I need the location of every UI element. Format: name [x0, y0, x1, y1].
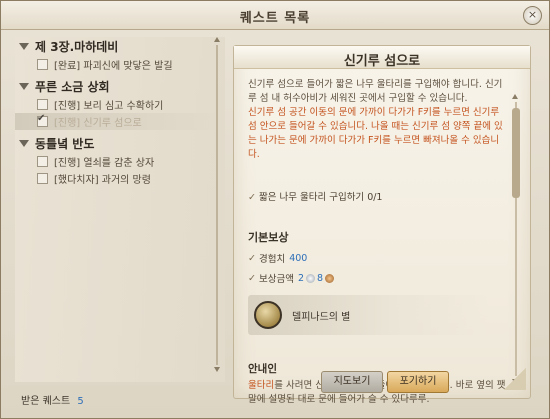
quest-group-header[interactable]: 동틀녘 반도 — [15, 134, 225, 153]
close-icon[interactable]: × — [523, 6, 542, 25]
quest-item-label: [진행] 열쇠를 감춘 상자 — [54, 158, 155, 169]
track-checkbox[interactable] — [37, 156, 48, 167]
quest-group-title: 동틀녘 반도 — [35, 137, 95, 151]
money-label: 보상금액 — [258, 274, 294, 285]
scroll-up-icon[interactable] — [214, 37, 220, 42]
quest-objective: ✓ 짧은 나무 울타리 구입하기 0/1 — [248, 189, 510, 203]
track-checkbox[interactable] — [37, 113, 48, 127]
exp-label: 경험치 — [258, 254, 286, 265]
quest-description: 신기루 섬으로 들어가 짧은 나무 울타리를 구입해야 합니다. 신기루 섬 내… — [248, 79, 503, 104]
page-curl — [504, 368, 526, 390]
track-checkbox[interactable] — [37, 173, 48, 184]
accepted-quest-count: 받은 퀘스트 5 — [21, 392, 84, 407]
quest-instruction: 신기루 섬 공간 이동의 문에 가까이 다가가 F키를 누르면 신기루 섬 안으… — [248, 107, 503, 160]
chevron-down-icon[interactable] — [19, 43, 29, 50]
scroll-down-icon[interactable] — [214, 367, 220, 372]
quest-group: 동틀녘 반도 [진행] 열쇠를 감춘 상자 [했다치자] 과거의 망령 — [15, 134, 225, 187]
detail-scrollbar[interactable] — [512, 94, 520, 384]
chevron-down-icon[interactable] — [19, 140, 29, 147]
quest-group-title: 제 3장.마하데비 — [35, 40, 119, 54]
quest-item-label: [완료] 파괴신에 맞닿은 발길 — [54, 61, 173, 72]
view-map-button[interactable]: 지도보기 — [321, 371, 383, 393]
objective-text: 짧은 나무 울타리 구입하기 0/1 — [258, 192, 383, 203]
quest-list-item[interactable]: [진행] 열쇠를 감춘 상자 — [15, 153, 225, 170]
check-icon: ✓ — [248, 252, 256, 264]
money-reward: ✓ 보상금액 2 8 — [248, 271, 510, 285]
quest-title: 신기루 섬으로 — [343, 54, 421, 69]
chevron-down-icon[interactable] — [19, 83, 29, 90]
quest-group-header[interactable]: 푸른 소금 상회 — [15, 77, 225, 96]
quest-list-item[interactable]: [완료] 파괴신에 맞닿은 발길 — [15, 56, 225, 73]
exp-reward: ✓ 경험치 400 — [248, 251, 510, 266]
quest-list-item[interactable]: [진행] 보리 심고 수확하기 — [15, 96, 225, 113]
quest-list-scrollbar[interactable] — [214, 37, 220, 372]
quest-group-header[interactable]: 제 3장.마하데비 — [15, 37, 225, 56]
reward-item-name: 델피나드의 별 — [292, 311, 351, 323]
accepted-label: 받은 퀘스트 — [21, 396, 71, 407]
quest-item-label: [했다치자] 과거의 망령 — [54, 175, 151, 186]
check-icon: ✓ — [248, 192, 256, 203]
scroll-track[interactable] — [216, 45, 218, 365]
copper-amount: 8 — [316, 272, 324, 284]
star-medal-icon[interactable] — [254, 301, 282, 329]
copper-coin-icon — [325, 273, 335, 283]
reward-item[interactable]: 델피나드의 별 — [248, 295, 488, 335]
quest-group: 제 3장.마하데비 [완료] 파괴신에 맞닿은 발길 — [15, 37, 225, 73]
abandon-quest-button[interactable]: 포기하기 — [387, 371, 449, 393]
silver-amount: 2 — [297, 272, 304, 284]
quest-list-item[interactable]: [했다치자] 과거의 망령 — [15, 170, 225, 187]
scroll-up-icon[interactable] — [512, 94, 518, 99]
window-title: 퀘스트 목록 — [239, 11, 311, 26]
detail-header: 신기루 섬으로 — [234, 46, 530, 69]
quest-detail-content: 신기루 섬으로 들어가 짧은 나무 울타리를 구입해야 합니다. 신기루 섬 내… — [248, 78, 510, 407]
reward-heading: 기본보상 — [248, 231, 289, 244]
quest-list-item[interactable]: [진행] 신기루 섬으로 — [15, 113, 225, 130]
exp-value: 400 — [289, 252, 308, 264]
quest-window: 퀘스트 목록 × 제 3장.마하데비 [완료] 파괴신에 맞닿은 발길푸른 소금 … — [0, 0, 550, 419]
quest-detail-panel: 신기루 섬으로 신기루 섬으로 들어가 짧은 나무 울타리를 구입해야 합니다.… — [233, 45, 531, 405]
quest-item-label: [진행] 보리 심고 수확하기 — [54, 101, 164, 112]
guide-keyword: 울타리 — [248, 380, 275, 391]
quest-item-label: [진행] 신기루 섬으로 — [54, 118, 142, 129]
quest-list: 제 3장.마하데비 [완료] 파괴신에 맞닿은 발길푸른 소금 상회 [진행] 보리… — [15, 37, 225, 382]
track-checkbox[interactable] — [37, 99, 48, 110]
accepted-count: 5 — [77, 396, 84, 407]
track-checkbox[interactable] — [37, 59, 48, 70]
quest-group-title: 푸른 소금 상회 — [35, 80, 110, 94]
scroll-thumb[interactable] — [512, 108, 520, 198]
silver-coin-icon — [305, 273, 315, 283]
quest-group: 푸른 소금 상회 [진행] 보리 심고 수확하기 [진행] 신기루 섬으로 — [15, 77, 225, 130]
title-bar[interactable]: 퀘스트 목록 × — [1, 1, 549, 30]
check-icon: ✓ — [248, 272, 256, 284]
